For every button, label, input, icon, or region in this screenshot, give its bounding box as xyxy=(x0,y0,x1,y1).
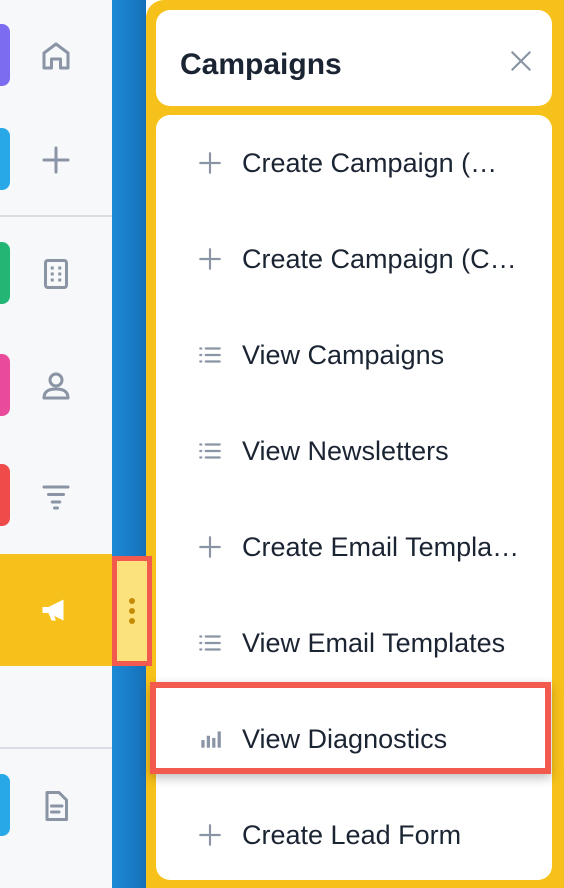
menu-item-label: View Campaigns xyxy=(242,339,445,370)
user-icon xyxy=(42,372,70,400)
rail-accent xyxy=(0,128,10,190)
menu-item-label: Create Campaign (… xyxy=(242,147,498,178)
sidebar-item-home[interactable] xyxy=(0,0,112,112)
menu-item-create-campaign-2[interactable]: Create Campaign (C… xyxy=(156,211,552,307)
menu-item-view-newsletters[interactable]: View Newsletters xyxy=(156,403,552,499)
home-icon xyxy=(42,42,70,70)
sidebar-item-documents[interactable] xyxy=(0,750,112,862)
filter-icon xyxy=(42,485,70,510)
dot-icon xyxy=(129,608,135,614)
plus-icon xyxy=(186,150,234,176)
list-icon xyxy=(186,342,234,368)
menu-item-label: Create Lead Form xyxy=(242,819,462,850)
menu-item-create-campaign-1[interactable]: Create Campaign (… xyxy=(156,115,552,211)
sidebar-item-create[interactable] xyxy=(0,104,112,216)
sidebar-item-campaigns[interactable] xyxy=(0,554,112,666)
panel-title: Campaigns xyxy=(180,48,342,81)
close-icon xyxy=(511,51,531,71)
menu-item-create-email-template[interactable]: Create Email Templa… xyxy=(156,499,552,595)
panel-menu: Create Campaign (… Create Campaign (C… V… xyxy=(156,115,552,880)
background-strip xyxy=(112,0,146,888)
dot-icon xyxy=(129,598,135,604)
rail-accent xyxy=(0,242,10,304)
rail-accent xyxy=(0,774,10,836)
dot-icon xyxy=(129,618,135,624)
sidebar-item-accounts[interactable] xyxy=(0,218,112,330)
menu-item-label: View Newsletters xyxy=(242,435,449,466)
list-icon xyxy=(186,438,234,464)
document-icon xyxy=(45,791,68,821)
menu-item-label: Create Campaign (C… xyxy=(242,243,517,274)
sidebar-rail xyxy=(0,0,112,888)
bar-chart-icon xyxy=(186,726,234,752)
rail-divider xyxy=(0,747,112,749)
menu-item-view-campaigns[interactable]: View Campaigns xyxy=(156,307,552,403)
sidebar-item-leads[interactable] xyxy=(0,440,112,552)
plus-icon xyxy=(186,534,234,560)
plus-icon xyxy=(42,146,70,174)
rail-accent xyxy=(0,24,10,86)
menu-item-label: View Diagnostics xyxy=(242,723,448,754)
sidebar-item-contacts[interactable] xyxy=(0,330,112,442)
menu-item-label: View Email Templates xyxy=(242,627,506,658)
menu-item-view-email-templates[interactable]: View Email Templates xyxy=(156,595,552,691)
plus-icon xyxy=(186,822,234,848)
plus-icon xyxy=(186,246,234,272)
menu-item-view-diagnostics[interactable]: View Diagnostics xyxy=(156,691,552,787)
more-actions-handle[interactable] xyxy=(112,556,152,666)
rail-accent xyxy=(0,464,10,526)
megaphone-icon xyxy=(42,599,64,621)
menu-item-label: Create Email Templa… xyxy=(242,531,520,562)
menu-item-create-lead-form[interactable]: Create Lead Form xyxy=(156,787,552,880)
close-button[interactable] xyxy=(504,44,538,78)
building-icon xyxy=(44,259,68,289)
list-icon xyxy=(186,630,234,656)
rail-accent xyxy=(0,354,10,416)
panel-header: Campaigns xyxy=(156,10,552,106)
rail-divider xyxy=(0,215,112,217)
campaigns-panel: Campaigns Create Campaign (… Create Camp… xyxy=(146,0,564,888)
